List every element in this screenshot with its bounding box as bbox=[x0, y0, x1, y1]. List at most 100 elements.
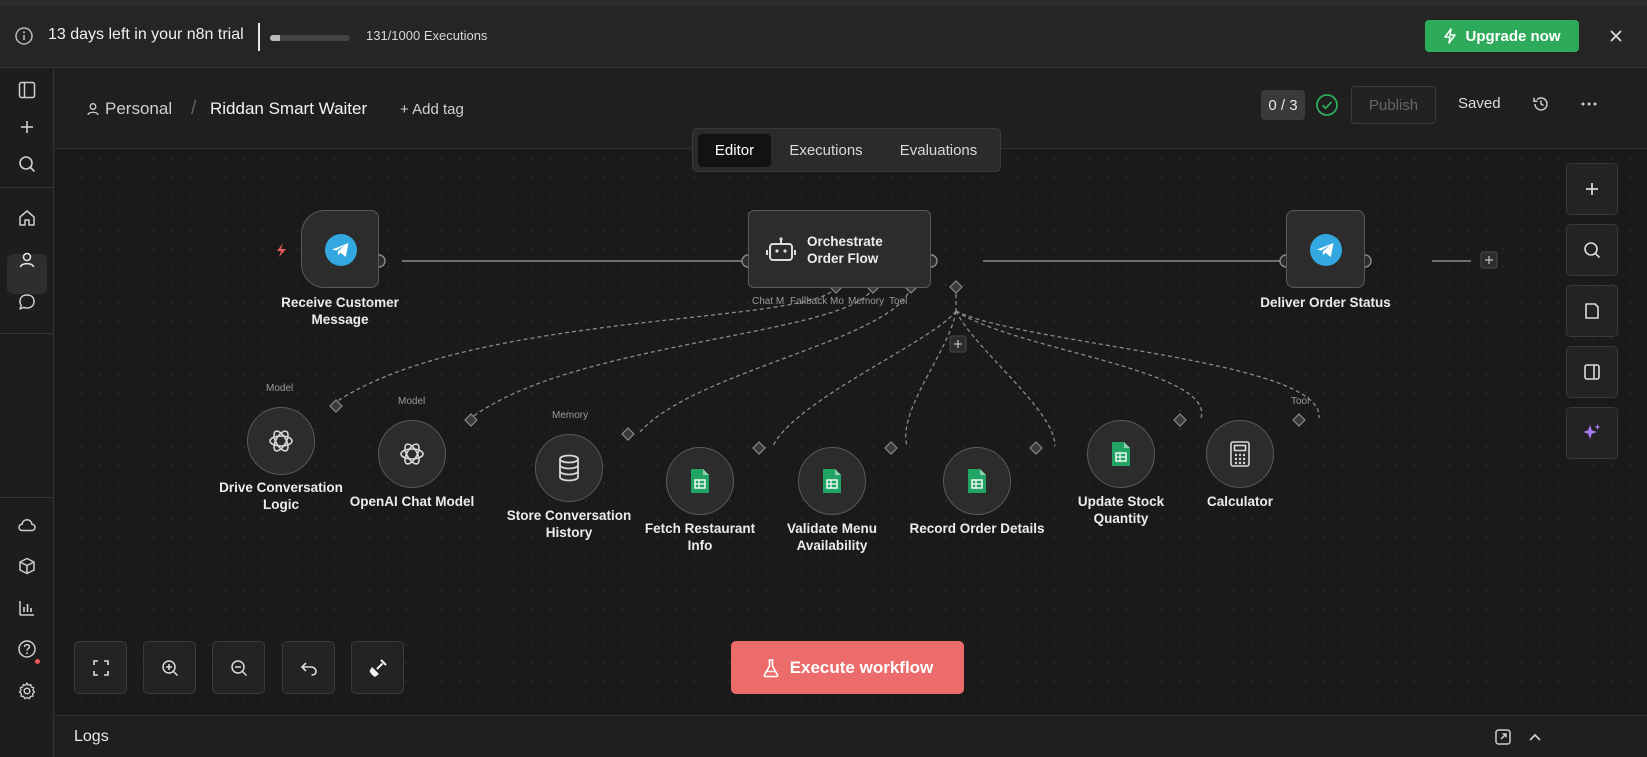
user-icon[interactable] bbox=[15, 248, 39, 272]
execute-workflow-label: Execute workflow bbox=[789, 657, 934, 677]
history-icon[interactable] bbox=[1531, 94, 1551, 114]
tab-editor[interactable]: Editor bbox=[698, 134, 771, 167]
fit-view-icon bbox=[92, 659, 109, 676]
node-receive-customer-message[interactable] bbox=[301, 210, 379, 288]
left-sidebar bbox=[0, 69, 54, 757]
google-sheets-icon bbox=[823, 469, 841, 493]
workflow-name[interactable]: Riddan Smart Waiter bbox=[210, 99, 367, 119]
search-icon[interactable] bbox=[15, 152, 39, 176]
toggle-sidebar-icon[interactable] bbox=[15, 78, 39, 102]
package-icon[interactable] bbox=[15, 554, 39, 578]
cloud-icon[interactable] bbox=[15, 513, 39, 537]
sidebar-divider bbox=[0, 497, 54, 498]
sparkle-icon bbox=[1583, 424, 1601, 439]
node-label-openai-chat-model: OpenAI Chat Model bbox=[349, 494, 475, 509]
breadcrumb-project[interactable]: Personal bbox=[105, 99, 172, 119]
tidy-up-button[interactable] bbox=[351, 641, 404, 694]
close-icon[interactable] bbox=[1606, 26, 1626, 46]
user-icon bbox=[87, 103, 99, 116]
connection-tool-record bbox=[955, 310, 1056, 447]
settings-gear-icon[interactable] bbox=[15, 679, 39, 703]
sidebar-divider bbox=[0, 187, 54, 188]
chat-icon[interactable] bbox=[15, 290, 39, 314]
tab-evaluations[interactable]: Evaluations bbox=[881, 134, 996, 167]
connection-tool-calculator bbox=[955, 310, 1320, 419]
node-validate-menu-availability[interactable] bbox=[798, 447, 866, 515]
handle-label-tool: Tool bbox=[1291, 396, 1310, 407]
tab-executions[interactable]: Executions bbox=[776, 134, 876, 167]
pop-out-icon[interactable] bbox=[1493, 727, 1513, 747]
broom-icon bbox=[369, 658, 387, 677]
telegram-icon bbox=[1310, 234, 1342, 266]
banner-divider bbox=[258, 23, 260, 51]
node-openai-chat-model[interactable] bbox=[378, 420, 446, 488]
handle-label-chat-model: Chat M bbox=[752, 296, 785, 307]
google-sheets-icon bbox=[968, 469, 986, 493]
node-store-conversation-history[interactable] bbox=[535, 434, 603, 502]
handle-label-fallback-model: Fallback Mo bbox=[790, 296, 844, 307]
telegram-icon bbox=[325, 234, 357, 266]
handle-label-model: Model bbox=[398, 396, 426, 407]
robot-icon bbox=[766, 237, 796, 261]
home-icon[interactable] bbox=[15, 206, 39, 230]
add-node-button[interactable] bbox=[1566, 163, 1618, 215]
executions-progress-bar bbox=[270, 35, 350, 41]
toggle-panel-button[interactable] bbox=[1566, 346, 1618, 398]
help-icon[interactable] bbox=[15, 637, 39, 661]
undo-button[interactable] bbox=[282, 641, 335, 694]
workflow-canvas[interactable]: Receive Customer Message Orchestrate Ord… bbox=[55, 150, 1647, 715]
upgrade-now-button[interactable]: Upgrade now bbox=[1425, 20, 1579, 52]
publish-button[interactable]: Publish bbox=[1351, 86, 1436, 124]
database-icon bbox=[559, 454, 579, 482]
chevron-up-icon[interactable] bbox=[1525, 727, 1545, 747]
node-record-order-details[interactable] bbox=[943, 447, 1011, 515]
node-label-fetch-restaurant-info: Fetch Restaurant Info bbox=[644, 521, 756, 553]
node-calculator[interactable] bbox=[1206, 420, 1274, 488]
connection-tool-validate bbox=[905, 310, 957, 447]
sticky-note-button[interactable] bbox=[1566, 285, 1618, 337]
trigger-lightning-icon bbox=[277, 243, 286, 257]
add-tag-button[interactable]: + Add tag bbox=[400, 101, 464, 118]
executions-progress-fill bbox=[270, 35, 281, 41]
search-nodes-button[interactable] bbox=[1566, 224, 1618, 276]
sidebar-divider bbox=[0, 333, 54, 334]
zoom-out-button[interactable] bbox=[212, 641, 265, 694]
flask-icon bbox=[763, 658, 779, 677]
handle-label-memory: Memory bbox=[552, 410, 589, 421]
zoom-to-fit-button[interactable] bbox=[74, 641, 127, 694]
undo-icon bbox=[300, 661, 317, 676]
insights-chart-icon[interactable] bbox=[15, 596, 39, 620]
panel-icon bbox=[1584, 364, 1600, 380]
handle-tool[interactable] bbox=[949, 280, 963, 294]
zoom-in-button[interactable] bbox=[143, 641, 196, 694]
calculator-icon bbox=[1230, 441, 1250, 467]
node-label-deliver-order-status: Deliver Order Status bbox=[1260, 295, 1391, 310]
node-fetch-restaurant-info[interactable] bbox=[666, 447, 734, 515]
more-options-icon[interactable] bbox=[1579, 94, 1599, 114]
node-label-drive-conversation-logic: Drive Conversation Logic bbox=[219, 480, 343, 512]
n8n-workflow-editor: 13 days left in your n8n trial 131/1000 … bbox=[0, 0, 1647, 757]
node-label-record-order-details: Record Order Details bbox=[909, 521, 1045, 536]
node-deliver-order-status[interactable] bbox=[1286, 210, 1365, 288]
handle-label-memory: Memory bbox=[848, 296, 885, 307]
execute-workflow-button[interactable]: Execute workflow bbox=[731, 641, 964, 694]
node-orchestrate-order-flow[interactable]: Orchestrate Order Flow bbox=[748, 210, 931, 288]
logs-label: Logs bbox=[74, 728, 109, 745]
node-update-stock-quantity[interactable] bbox=[1087, 420, 1155, 488]
logs-panel-bar[interactable]: Logs bbox=[55, 715, 1647, 757]
openai-icon bbox=[400, 443, 424, 465]
node-label-orchestrate-order-flow: Orchestrate Order Flow bbox=[807, 234, 883, 266]
notification-dot bbox=[35, 659, 40, 664]
executions-count: 131/1000 Executions bbox=[366, 28, 488, 43]
version-counter-badge[interactable]: 0 / 3 bbox=[1261, 90, 1305, 120]
ai-assistant-button[interactable] bbox=[1566, 407, 1618, 459]
plus-icon bbox=[1586, 183, 1598, 195]
plus-icon[interactable] bbox=[15, 115, 39, 139]
sticky-note-icon bbox=[1585, 303, 1599, 319]
trial-days-left-text: 13 days left in your n8n trial bbox=[48, 26, 244, 43]
google-sheets-icon bbox=[1112, 442, 1130, 466]
connection-memory bbox=[639, 286, 912, 433]
node-drive-conversation-logic[interactable] bbox=[247, 407, 315, 475]
lightning-icon bbox=[1444, 28, 1457, 44]
node-label-calculator: Calculator bbox=[1206, 494, 1274, 509]
